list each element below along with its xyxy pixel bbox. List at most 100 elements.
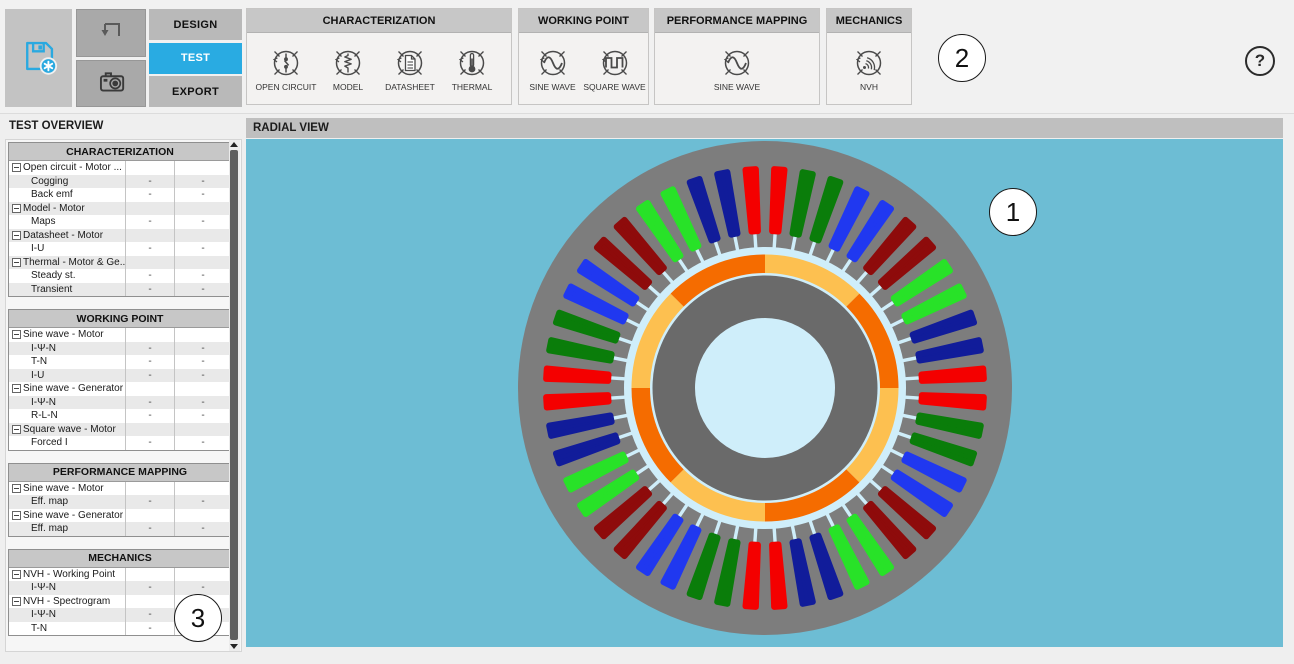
row-label-text: Datasheet - Motor xyxy=(23,230,103,241)
value-cell: - xyxy=(126,355,175,369)
row-label-text: Square wave - Motor xyxy=(23,424,116,435)
value-cell xyxy=(126,328,175,342)
collapse-icon[interactable] xyxy=(12,231,21,240)
tab-design[interactable]: DESIGN xyxy=(149,9,242,40)
row-label-text: I-Ψ-N xyxy=(31,397,56,408)
tree-group-row[interactable]: Sine wave - Generator xyxy=(9,382,231,396)
value-cell: - xyxy=(126,175,175,189)
tree-leaf-row[interactable]: T-N-- xyxy=(9,355,231,369)
value-cell xyxy=(126,161,175,175)
sine-icon xyxy=(720,46,754,80)
test-button-datasheet[interactable]: DATASHEET xyxy=(379,46,441,92)
row-label: Eff. map xyxy=(9,522,126,536)
tree-leaf-row[interactable]: Cogging-- xyxy=(9,175,231,189)
value-cell: - xyxy=(126,369,175,383)
table-section-header: CHARACTERIZATION xyxy=(9,143,231,161)
table-section-header: WORKING POINT xyxy=(9,310,231,328)
thermal-icon xyxy=(455,46,489,80)
test-button-sine-wave[interactable]: SINE WAVE xyxy=(522,46,584,92)
tree-group-row[interactable]: Sine wave - Generator xyxy=(9,509,231,523)
question-mark-icon: ? xyxy=(1255,51,1265,71)
test-button-square-wave[interactable]: SQUARE WAVE xyxy=(584,46,646,92)
return-arrow-button[interactable] xyxy=(76,9,146,57)
sidebar-scrollbar[interactable] xyxy=(229,140,240,651)
collapse-icon[interactable] xyxy=(12,163,21,172)
collapse-icon[interactable] xyxy=(12,384,21,393)
value-cell xyxy=(126,382,175,396)
collapse-icon[interactable] xyxy=(12,484,21,493)
tree-group-row[interactable]: Open circuit - Motor ... xyxy=(9,161,231,175)
row-label: NVH - Working Point xyxy=(9,568,126,582)
snapshot-button[interactable] xyxy=(76,60,146,107)
tree-leaf-row[interactable]: I-Ψ-N-- xyxy=(9,342,231,356)
tree-group-row[interactable]: Model - Motor xyxy=(9,202,231,216)
value-cell xyxy=(175,509,231,523)
tree-leaf-row[interactable]: Eff. map-- xyxy=(9,495,231,509)
row-label-text: I-U xyxy=(31,370,44,381)
square-icon xyxy=(598,46,632,80)
tree-group-row[interactable]: NVH - Working Point xyxy=(9,568,231,582)
top-toolbar: DESIGN TEST EXPORT CHARACTERIZATION OPEN… xyxy=(0,0,1294,114)
tree-leaf-row[interactable]: Forced I-- xyxy=(9,436,231,450)
tree-group-row[interactable]: Datasheet - Motor xyxy=(9,229,231,243)
tree-leaf-row[interactable]: I-U-- xyxy=(9,242,231,256)
collapse-icon[interactable] xyxy=(12,425,21,434)
help-button[interactable]: ? xyxy=(1245,46,1275,76)
corner-arrow-icon xyxy=(94,14,128,53)
row-label-text: I-Ψ-N xyxy=(31,582,56,593)
value-cell xyxy=(175,382,231,396)
tree-group-row[interactable]: Sine wave - Motor xyxy=(9,482,231,496)
tree-leaf-row[interactable]: I-Ψ-N-- xyxy=(9,581,231,595)
scroll-down-arrow-icon[interactable] xyxy=(230,644,238,649)
collapse-icon[interactable] xyxy=(12,570,21,579)
tree-leaf-row[interactable]: Transient-- xyxy=(9,283,231,297)
collapse-icon[interactable] xyxy=(12,204,21,213)
tab-export[interactable]: EXPORT xyxy=(149,76,242,107)
tree-group-row[interactable]: Thermal - Motor & Ge... xyxy=(9,256,231,270)
camera-icon xyxy=(93,63,129,104)
sidebar-title: TEST OVERVIEW xyxy=(9,120,103,132)
collapse-icon[interactable] xyxy=(12,330,21,339)
scrollbar-thumb[interactable] xyxy=(230,150,238,640)
group-title: PERFORMANCE MAPPING xyxy=(655,9,819,33)
row-label-text: I-Ψ-N xyxy=(31,609,56,620)
row-label: I-Ψ-N xyxy=(9,608,126,622)
save-new-icon xyxy=(19,36,59,81)
value-cell xyxy=(126,423,175,437)
test-button-thermal[interactable]: THERMAL xyxy=(441,46,503,92)
tree-leaf-row[interactable]: Eff. map-- xyxy=(9,522,231,536)
motor-cross-section xyxy=(515,139,1015,638)
tree-group-row[interactable]: Sine wave - Motor xyxy=(9,328,231,342)
test-button-label: DATASHEET xyxy=(385,82,435,92)
tree-leaf-row[interactable]: I-Ψ-N-- xyxy=(9,396,231,410)
collapse-icon[interactable] xyxy=(12,511,21,520)
collapse-icon[interactable] xyxy=(12,597,21,606)
tree-leaf-row[interactable]: Maps-- xyxy=(9,215,231,229)
row-label: I-Ψ-N xyxy=(9,396,126,410)
tree-leaf-row[interactable]: I-U-- xyxy=(9,369,231,383)
test-button-open-circuit[interactable]: OPEN CIRCUIT xyxy=(255,46,317,92)
value-cell: - xyxy=(175,396,231,410)
toolbar-group-working-point: WORKING POINT SINE WAVESQUARE WAVE xyxy=(518,8,649,105)
annotation-badge-3: 3 xyxy=(174,594,222,642)
group-title: CHARACTERIZATION xyxy=(247,9,511,33)
row-label-text: Steady st. xyxy=(31,270,75,281)
tree-leaf-row[interactable]: Steady st.-- xyxy=(9,269,231,283)
value-cell xyxy=(175,202,231,216)
tab-test[interactable]: TEST xyxy=(149,43,242,74)
value-cell xyxy=(175,568,231,582)
row-label: Sine wave - Generator xyxy=(9,509,126,523)
tree-leaf-row[interactable]: Back emf-- xyxy=(9,188,231,202)
value-cell: - xyxy=(126,215,175,229)
test-button-model[interactable]: MODEL xyxy=(317,46,379,92)
collapse-icon[interactable] xyxy=(12,258,21,267)
test-button-sine-wave[interactable]: SINE WAVE xyxy=(706,46,768,92)
tree-group-row[interactable]: Square wave - Motor xyxy=(9,423,231,437)
tree-leaf-row[interactable]: R-L-N-- xyxy=(9,409,231,423)
scroll-up-arrow-icon[interactable] xyxy=(230,142,238,147)
row-label-text: T-N xyxy=(31,623,47,634)
radial-view-canvas[interactable] xyxy=(246,139,1283,647)
row-label-text: Cogging xyxy=(31,176,68,187)
test-button-nvh[interactable]: NVH xyxy=(838,46,900,92)
save-project-button[interactable] xyxy=(5,9,72,107)
